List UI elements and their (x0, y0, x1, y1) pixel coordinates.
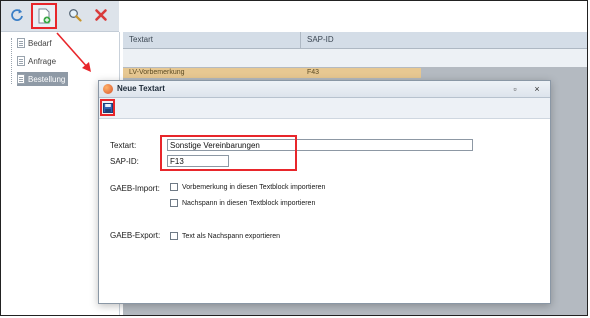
delete-button[interactable] (90, 4, 112, 26)
document-icon (17, 38, 25, 48)
grid-header: Textart SAP-ID (123, 32, 587, 49)
textart-label: Textart: (110, 141, 137, 150)
refresh-icon (11, 9, 23, 21)
app-icon (103, 84, 113, 94)
refresh-button[interactable] (6, 4, 28, 26)
dialog-form: Textart: SAP-ID: GAEB-Import: Vorbemerku… (99, 119, 550, 303)
import-nachspann-option[interactable]: Nachspann in diesen Textblock importiere… (170, 199, 315, 207)
document-icon (17, 74, 25, 84)
dialog-titlebar[interactable]: Neue Textart ▫ × (99, 81, 550, 98)
neue-textart-dialog: Neue Textart ▫ × Textart: SAP-ID: GAEB-I… (98, 80, 551, 304)
sap-id-label: SAP-ID: (110, 157, 139, 166)
save-button[interactable] (100, 99, 115, 116)
search-icon (69, 9, 82, 22)
document-icon (17, 56, 25, 66)
maximize-button[interactable]: ▫ (509, 83, 521, 95)
column-header-sap-id[interactable]: SAP-ID (301, 32, 587, 48)
annotation-arrow (56, 32, 91, 72)
main-toolbar (1, 1, 119, 32)
search-button[interactable] (64, 4, 86, 26)
grid-filter-row (123, 49, 587, 67)
annotation-highlight (160, 135, 297, 171)
dialog-title: Neue Textart (117, 84, 165, 93)
checkbox[interactable] (170, 199, 178, 207)
tree-item-anfrage[interactable]: Anfrage (17, 54, 56, 68)
close-button[interactable]: × (531, 83, 543, 95)
checkbox[interactable] (170, 183, 178, 191)
tree-item-bedarf[interactable]: Bedarf (17, 36, 52, 50)
gaeb-import-label: GAEB-Import: (110, 184, 160, 193)
save-icon (102, 102, 113, 113)
delete-icon (95, 9, 107, 21)
tree-item-label: Anfrage (28, 56, 57, 66)
gaeb-export-label: GAEB-Export: (110, 231, 161, 240)
dialog-toolbar (99, 98, 550, 119)
checkbox[interactable] (170, 232, 178, 240)
checkbox-label: Nachspann in diesen Textblock importiere… (182, 199, 316, 207)
tree-item-label: Bedarf (28, 38, 52, 48)
table-row[interactable]: LV-Vorbemerkung F43 (123, 68, 421, 78)
cell-textart: LV-Vorbemerkung (129, 69, 185, 76)
cell-sap-id: F43 (307, 69, 320, 76)
checkbox-label: Text als Nachspann exportieren (182, 232, 281, 240)
new-textart-button[interactable] (31, 3, 57, 29)
column-header-textart[interactable]: Textart (123, 32, 301, 48)
import-vorbemerkung-option[interactable]: Vorbemerkung in diesen Textblock importi… (170, 183, 325, 191)
tree-connector (11, 38, 13, 84)
export-nachspann-option[interactable]: Text als Nachspann exportieren (170, 232, 280, 240)
new-document-icon (38, 8, 51, 24)
checkbox-label: Vorbemerkung in diesen Textblock importi… (182, 183, 326, 191)
